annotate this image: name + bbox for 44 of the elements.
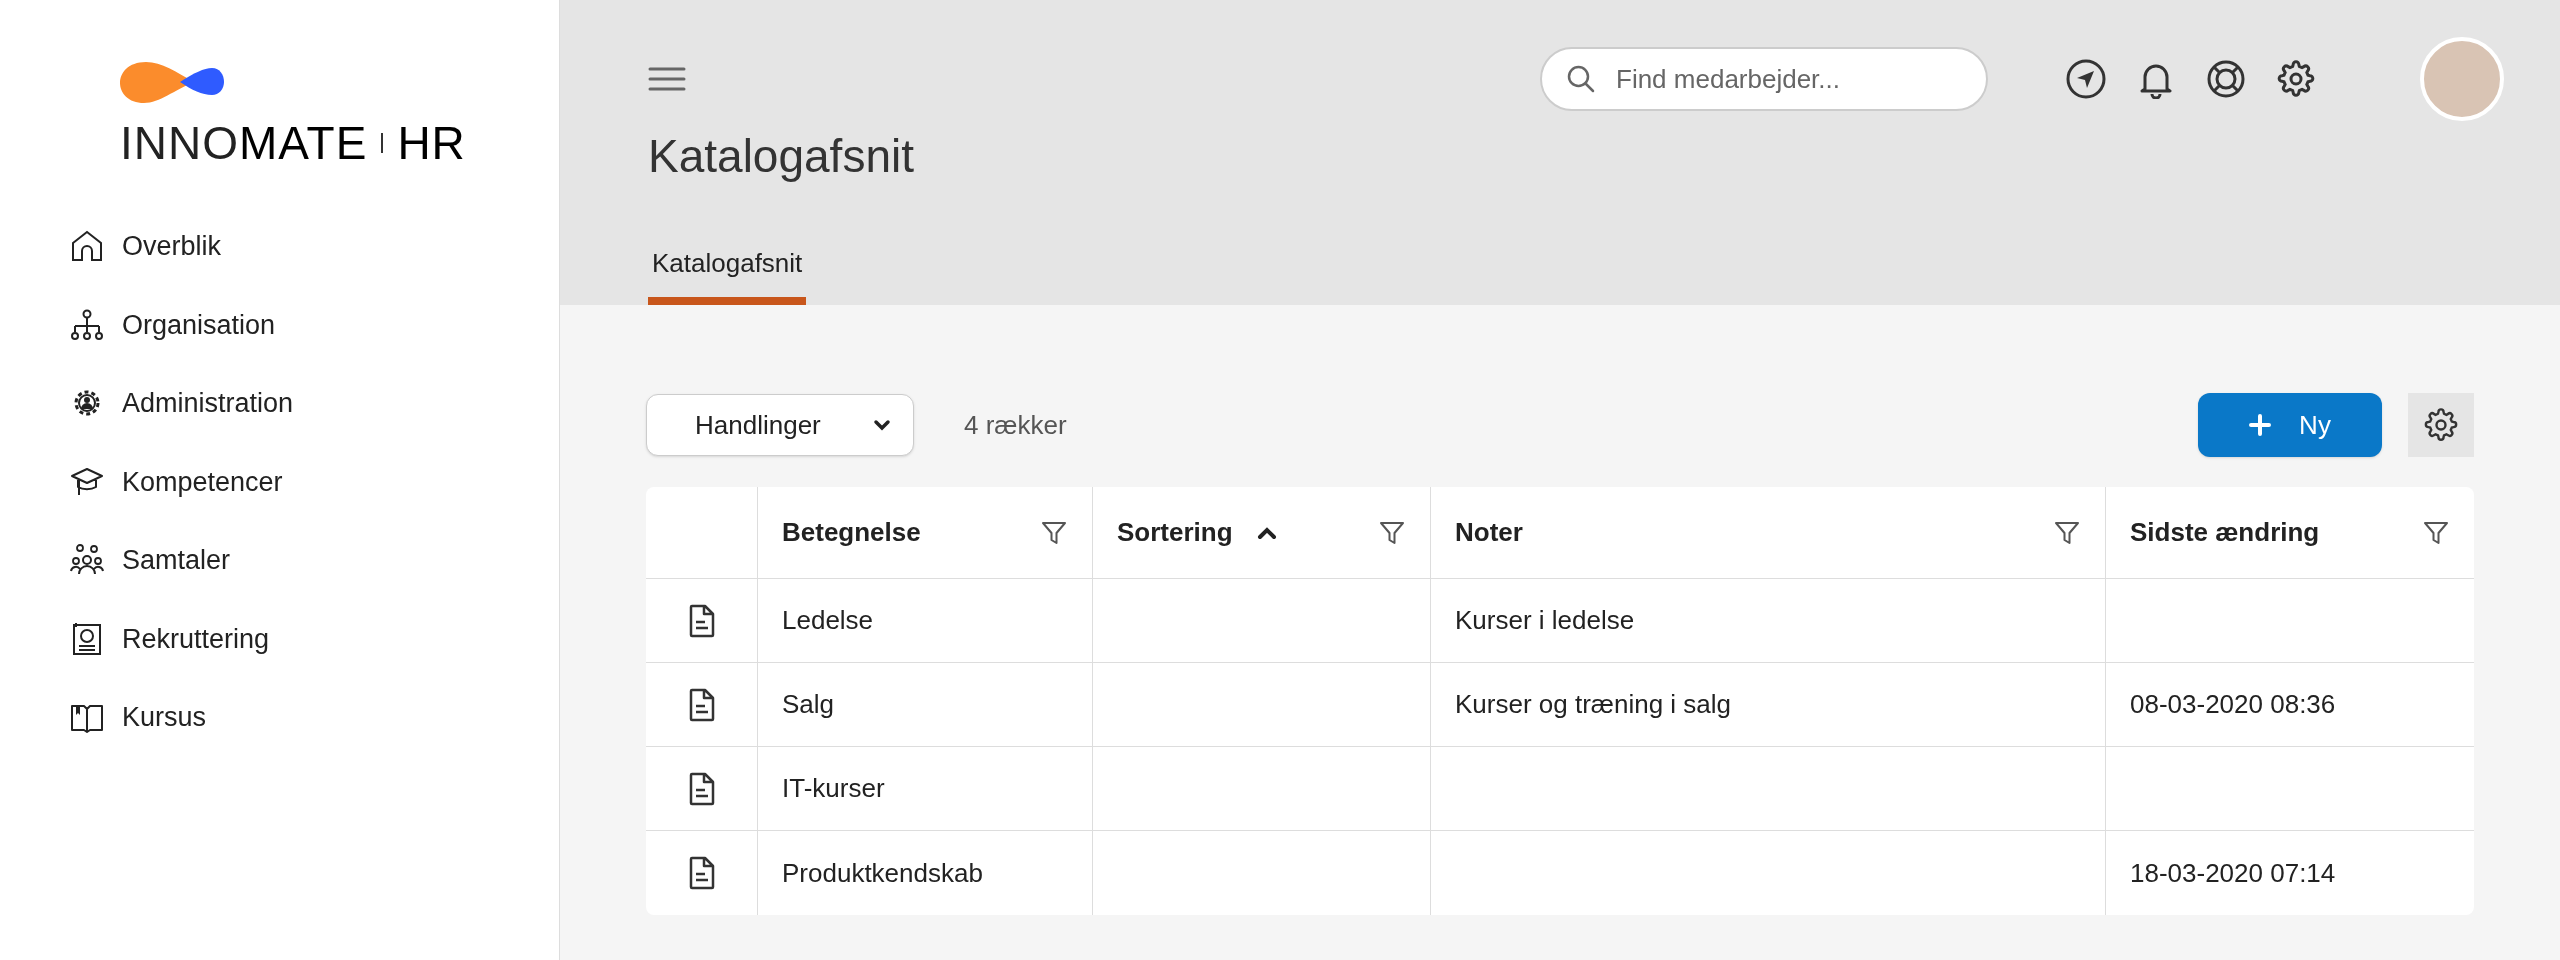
- chevron-down-icon: [873, 419, 891, 431]
- sidebar-item[interactable]: Administration: [70, 383, 294, 424]
- logo-icon: [120, 60, 224, 106]
- table-cell-text: 08-03-2020 08:36: [2130, 688, 2336, 721]
- page-title: Katalogafsnit: [648, 129, 915, 184]
- actions-dropdown[interactable]: Handlinger: [646, 394, 914, 456]
- sidebar-item[interactable]: Kursus: [70, 697, 207, 738]
- table-cell-text: Ledelse: [782, 604, 874, 637]
- sidebar-item[interactable]: Samtaler: [70, 540, 231, 581]
- table-cell-text: Kurser i ledelse: [1455, 604, 1635, 637]
- new-button[interactable]: Ny: [2198, 393, 2382, 457]
- document-icon[interactable]: [687, 687, 716, 722]
- settings-icon[interactable]: [2276, 59, 2316, 99]
- table-cell-text: 18-03-2020 07:14: [2130, 856, 2336, 890]
- sidebar-item[interactable]: Organisation: [70, 304, 276, 345]
- plus-icon: [2249, 414, 2272, 436]
- document-icon[interactable]: [687, 603, 716, 638]
- logo-wordmark: INNOMATE: [120, 120, 368, 166]
- lifebuoy-icon[interactable]: [2206, 59, 2246, 99]
- table-cell-text: IT-kurser: [782, 772, 885, 805]
- column-header[interactable]: Sidste ændring: [2130, 513, 2320, 552]
- table-cell-text: Produktkendskab: [782, 856, 983, 890]
- org-chart-icon: [70, 307, 104, 342]
- column-header[interactable]: Noter: [1455, 513, 1523, 552]
- menu-icon[interactable]: [648, 66, 686, 92]
- sidebar-item[interactable]: Rekruttering: [70, 618, 270, 659]
- sidebar-item[interactable]: Kompetencer: [70, 461, 283, 502]
- home-icon: [70, 229, 104, 264]
- column-header[interactable]: Betegnelse: [782, 513, 921, 552]
- logo-suffix: HR: [397, 120, 466, 166]
- row-count: 4 rækker: [964, 408, 1067, 442]
- sort-caret-icon[interactable]: [1256, 525, 1277, 540]
- settings-icon: [2423, 407, 2459, 443]
- search-field[interactable]: Find medarbejder...: [1540, 47, 1988, 111]
- search-icon: [1566, 64, 1596, 94]
- id-badge-icon: [70, 621, 104, 656]
- document-icon[interactable]: [687, 856, 716, 890]
- document-icon[interactable]: [687, 771, 716, 806]
- table-cell-text: Kurser og træning i salg: [1455, 688, 1732, 721]
- tab[interactable]: Katalogafsnit: [648, 244, 807, 305]
- settings-button[interactable]: [2408, 393, 2474, 457]
- table-cell-text: Salg: [782, 688, 835, 721]
- sidebar-item[interactable]: Overblik: [70, 226, 222, 267]
- column-header[interactable]: Sortering: [1117, 513, 1233, 552]
